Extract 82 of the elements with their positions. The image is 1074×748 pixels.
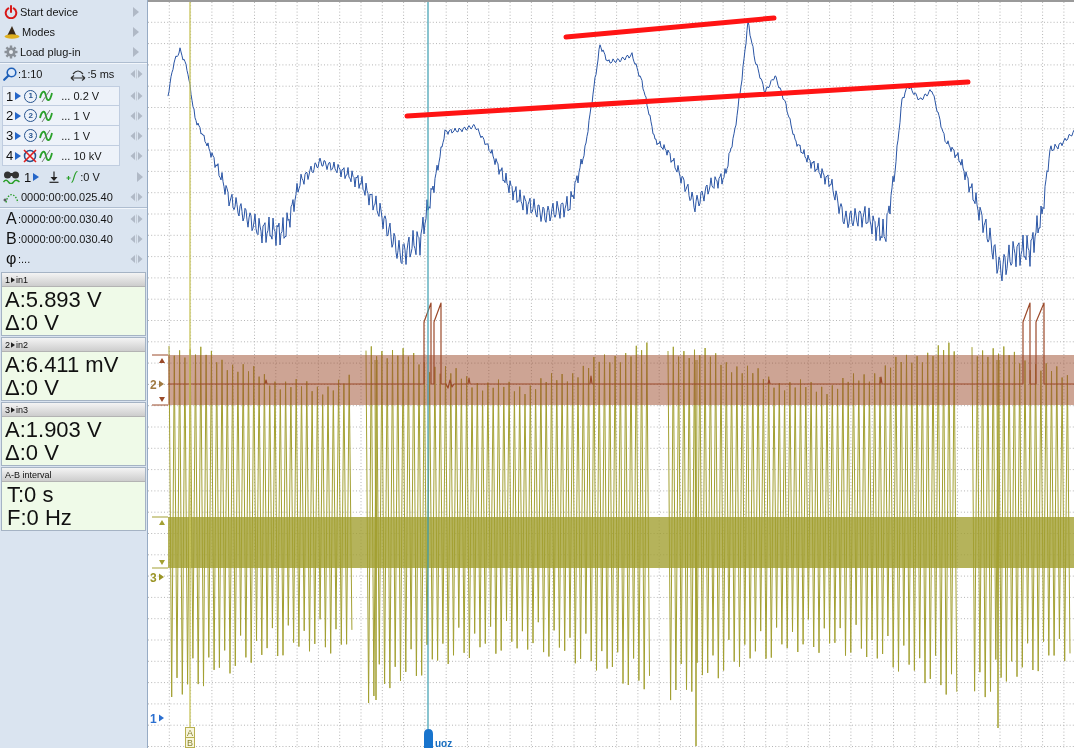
- readout-value: Δ:0 V: [5, 376, 59, 399]
- left-right-arrows-icon[interactable]: [130, 192, 143, 202]
- wave-icon: [39, 89, 54, 103]
- range-label: ... 10 kV: [61, 149, 102, 162]
- pretrigger-time[interactable]: 0000:00:00.025.40: [21, 191, 113, 203]
- arrow-icon: [159, 714, 164, 722]
- arrow-icon: [11, 276, 15, 283]
- range-label: ... 0.2 V: [61, 90, 100, 102]
- left-right-arrows-icon[interactable]: [130, 111, 143, 121]
- channel-number: 1: [6, 89, 14, 103]
- cursor-tag[interactable]: B: [185, 737, 195, 748]
- cursor-label: A: [6, 211, 16, 227]
- readout-value: F:0 Hz: [7, 506, 72, 529]
- readout-value: T:0 s: [7, 483, 54, 506]
- arrow-icon: [11, 341, 15, 348]
- cursor-label: B: [6, 231, 16, 247]
- left-right-arrows-icon[interactable]: [130, 91, 143, 101]
- readout-value: Δ:0 V: [5, 311, 59, 334]
- cursor-time[interactable]: :0000:00:00.030.40: [18, 213, 113, 225]
- channel-number: 3: [5, 404, 10, 415]
- arrow-icon: [15, 131, 22, 140]
- left-right-arrows-icon[interactable]: [130, 131, 143, 141]
- channel-number: 1: [5, 274, 10, 285]
- arrow-icon: [15, 111, 22, 120]
- wave-icon: [39, 108, 54, 123]
- wave-icon: [39, 128, 54, 143]
- channel-marker[interactable]: 1: [150, 711, 157, 726]
- left-right-arrows-icon[interactable]: [130, 151, 143, 161]
- range-label: ... 1 V: [61, 109, 90, 122]
- menu-item[interactable]: Load plug-in: [0, 42, 147, 62]
- plus-curve-icon: [66, 171, 79, 183]
- readout-value: Δ:0 V: [5, 441, 59, 464]
- left-right-arrows-icon[interactable]: [130, 254, 143, 264]
- cursor-time[interactable]: :0000:00:00.030.40: [18, 233, 113, 245]
- menu-item[interactable]: Start device: [0, 2, 147, 22]
- cursor-label: φ: [6, 251, 16, 267]
- cursor-line[interactable]: [189, 2, 191, 728]
- arrow-icon: [15, 151, 22, 160]
- channel-row[interactable]: 3 3 ... 1 V: [2, 126, 120, 146]
- timebase-control[interactable]: :5 ms: [70, 67, 115, 81]
- range-label: ... 1 V: [61, 129, 90, 142]
- arrow-icon: [11, 406, 15, 413]
- arrow-icon: [159, 380, 164, 388]
- channel-number: 2: [6, 109, 14, 122]
- left-right-arrows-icon[interactable]: [130, 69, 143, 79]
- marker-handle[interactable]: [424, 729, 433, 748]
- cursor-time[interactable]: :...: [18, 253, 31, 265]
- channel-number: 2: [5, 339, 10, 350]
- triangle-right-icon[interactable]: [137, 172, 143, 182]
- channel-number: 4: [6, 149, 14, 162]
- down-arrow-icon: [49, 171, 60, 183]
- channel-marker[interactable]: 2: [150, 377, 157, 392]
- readout-value: A:1.903 V: [5, 418, 102, 441]
- channel-row[interactable]: 1 1 ... 0.2 V: [2, 86, 120, 106]
- channel-number: 3: [6, 129, 14, 142]
- arrow-icon: [159, 573, 164, 581]
- readout-title: in3: [16, 404, 29, 415]
- binoculars-icon: [3, 170, 20, 184]
- arrow-icon: [15, 92, 22, 100]
- zoom-control[interactable]: :1:10: [3, 67, 43, 81]
- double-arrow-icon: [70, 67, 87, 81]
- readout-title: A-B interval: [5, 469, 52, 480]
- dotted-curve-icon: [3, 191, 19, 203]
- trigger-level[interactable]: :0 V: [80, 171, 100, 183]
- readout-title: in2: [16, 339, 29, 350]
- cursor-line[interactable]: [427, 2, 429, 730]
- channel-row[interactable]: 4 ... 10 kV: [2, 146, 120, 166]
- channel-row[interactable]: 2 2 ... 1 V: [2, 106, 120, 126]
- readout-value: A:6.411 mV: [5, 353, 119, 376]
- left-right-arrows-icon[interactable]: [130, 214, 143, 224]
- menu-item[interactable]: Modes: [0, 22, 147, 42]
- hat-icon: [4, 25, 20, 39]
- readout-value: A:5.893 V: [5, 288, 102, 311]
- readout-title: in1: [16, 274, 29, 285]
- wave-icon: [39, 148, 54, 163]
- left-right-arrows-icon[interactable]: [130, 234, 143, 244]
- trigger-channel[interactable]: 1: [24, 170, 32, 184]
- gear-icon: [4, 45, 18, 59]
- arrow-icon: [33, 173, 40, 181]
- magnifier-icon: [3, 67, 17, 81]
- power-icon: [4, 5, 18, 19]
- marker-label: uoz: [435, 738, 453, 748]
